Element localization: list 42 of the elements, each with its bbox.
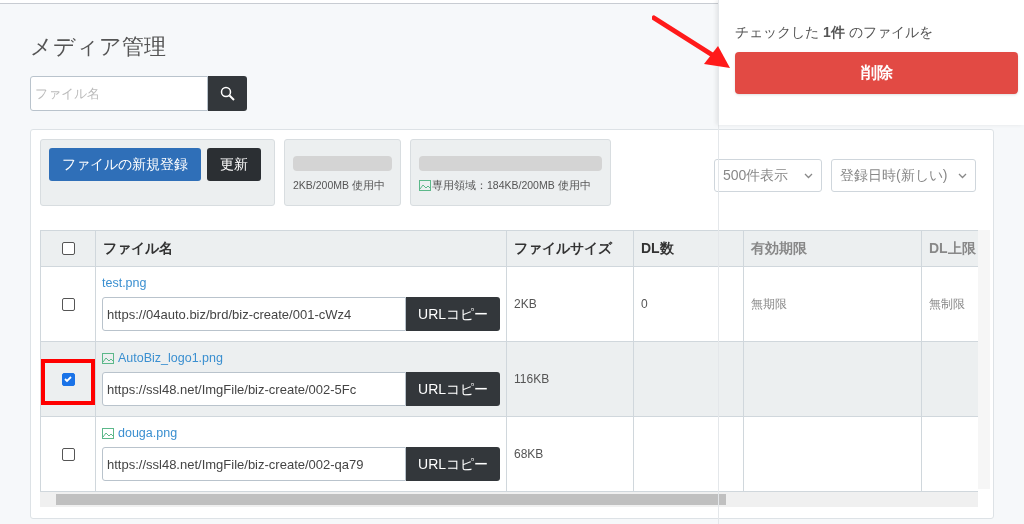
file-size-text: 68KB: [514, 447, 544, 461]
url-field[interactable]: https://ssl48.net/ImgFile/biz-create/002-5Fc: [102, 372, 407, 406]
column-header: ファイル名: [95, 230, 507, 267]
delete-button[interactable]: 削除: [735, 52, 1018, 94]
horizontal-scrollbar[interactable]: [40, 492, 978, 507]
storage-usage-text: 2KB/200MB 使用中: [293, 178, 385, 193]
download-limit-text: 無制限: [929, 297, 965, 311]
column-header: 有効期限: [743, 230, 922, 267]
file-size-text: 116KB: [514, 372, 550, 386]
refresh-button[interactable]: 更新: [207, 148, 261, 181]
storage-usage-text: 専用領域：184KB/200MB 使用中: [432, 178, 591, 193]
selection-message: チェックした 1件 のファイルを: [735, 23, 933, 42]
search-button[interactable]: [208, 76, 247, 111]
search-icon: [219, 85, 236, 102]
url-copy-button[interactable]: URLコピー: [406, 447, 500, 481]
download-count-text: 0: [641, 297, 648, 311]
dropdown[interactable]: 500件表示: [714, 159, 822, 192]
checkbox[interactable]: [61, 297, 75, 311]
file-size-text: 2KB: [514, 297, 537, 311]
new-file-button[interactable]: ファイルの新規登録: [49, 148, 201, 181]
url-copy-button[interactable]: URLコピー: [406, 297, 500, 331]
url-copy-button[interactable]: URLコピー: [406, 372, 500, 406]
column-header: ファイルサイズ: [506, 230, 634, 267]
url-field[interactable]: https://04auto.biz/brd/biz-create/001-cWz4: [102, 297, 407, 331]
vertical-scrollbar[interactable]: [978, 230, 990, 489]
file-name-link[interactable]: douga.png: [118, 423, 178, 443]
checkbox[interactable]: [61, 447, 75, 461]
dropdown[interactable]: 登録日時(新しい): [831, 159, 976, 192]
checkbox[interactable]: [61, 242, 75, 255]
page-title: メディア管理: [30, 33, 166, 61]
table-row[interactable]: test.png https://04auto.biz/brd/biz-create/001-cWz4 URLコピー 2KB 0 無期限 無制限: [40, 266, 978, 342]
expiry-text: 無期限: [751, 297, 787, 311]
search-field[interactable]: ファイル名: [30, 76, 208, 111]
table-row[interactable]: douga.png https://ssl48.net/ImgFile/biz-create/002-qa79 URLコピー 68KB: [40, 416, 978, 492]
table-row[interactable]: AutoBiz_logo1.png https://ssl48.net/ImgFile/biz-create/002-5Fc URLコピー 116KB: [40, 341, 978, 417]
chevron-down-icon: [804, 172, 813, 179]
scrollbar-thumb[interactable]: [56, 494, 726, 505]
url-field[interactable]: https://ssl48.net/ImgFile/biz-create/002-qa79: [102, 447, 407, 481]
chevron-down-icon: [958, 172, 967, 179]
checkbox[interactable]: [61, 372, 75, 386]
file-name-link[interactable]: test.png: [102, 273, 147, 293]
highlight-frame: [41, 359, 95, 405]
